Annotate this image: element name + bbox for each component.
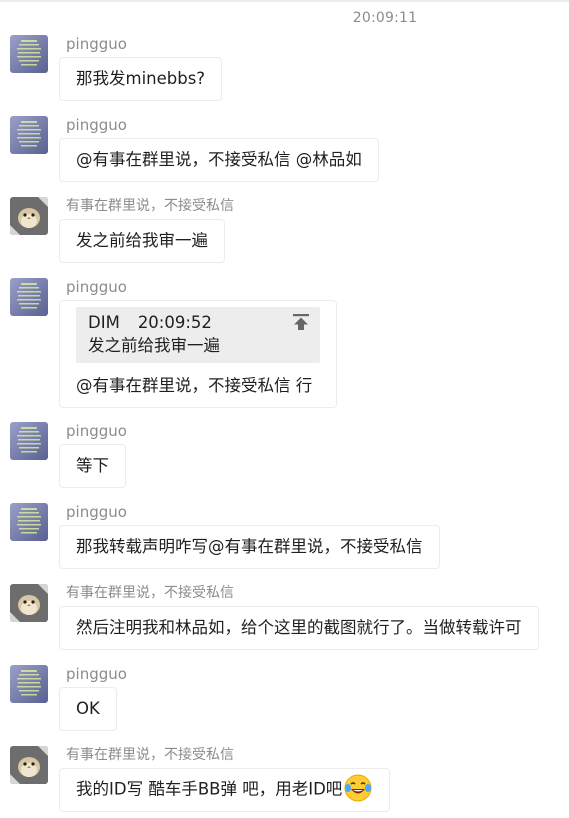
bird-avatar-icon bbox=[10, 584, 48, 622]
pingguo-avatar-icon bbox=[10, 665, 48, 703]
avatar-bird[interactable] bbox=[10, 746, 48, 784]
pingguo-avatar-icon bbox=[10, 35, 48, 73]
quote-text: 发之前给我审一遍 bbox=[88, 336, 220, 355]
sender-name: pingguo bbox=[66, 278, 127, 296]
quote-header: DIM 20:09:52 bbox=[88, 311, 308, 335]
message-bubble[interactable]: OK bbox=[59, 687, 117, 731]
pin-to-top-icon[interactable] bbox=[292, 313, 310, 331]
message-bubble[interactable]: 然后注明我和林品如，给个这里的截图就行了。当做转载许可 bbox=[59, 606, 539, 650]
message-text: 然后注明我和林品如，给个这里的截图就行了。当做转载许可 bbox=[76, 618, 522, 637]
chat-window: 20:09:11 pingguo 那我发minebbs? pingguo @有事… bbox=[0, 0, 569, 818]
message-bubble[interactable]: 发之前给我审一遍 bbox=[59, 219, 225, 263]
message-text: 等下 bbox=[76, 456, 109, 475]
avatar-pingguo[interactable] bbox=[10, 503, 48, 541]
message-bubble[interactable]: @有事在群里说，不接受私信 @林品如 bbox=[59, 138, 379, 182]
bird-avatar-icon bbox=[10, 197, 48, 235]
message-text: 那我发minebbs? bbox=[76, 69, 206, 88]
avatar-pingguo[interactable] bbox=[10, 278, 48, 316]
bird-avatar-icon bbox=[10, 746, 48, 784]
message-bubble[interactable]: 等下 bbox=[59, 444, 126, 488]
message-text: 发之前给我审一遍 bbox=[76, 231, 208, 250]
sender-name: pingguo bbox=[66, 35, 127, 53]
laughing-tears-emoji-icon bbox=[344, 774, 372, 802]
avatar-pingguo[interactable] bbox=[10, 422, 48, 460]
sender-name: pingguo bbox=[66, 503, 127, 521]
pingguo-avatar-icon bbox=[10, 278, 48, 316]
message-text: @有事在群里说，不接受私信 @林品如 bbox=[76, 150, 362, 169]
top-divider bbox=[0, 0, 569, 2]
pingguo-avatar-icon bbox=[10, 116, 48, 154]
pingguo-avatar-icon bbox=[10, 422, 48, 460]
message-bubble[interactable]: 那我转载声明咋写@有事在群里说，不接受私信 bbox=[59, 525, 440, 569]
avatar-bird[interactable] bbox=[10, 197, 48, 235]
message-text: 我的ID写 酷车手BB弹 吧，用老ID吧 bbox=[76, 779, 343, 799]
quote-author: DIM bbox=[88, 313, 120, 332]
message-text: 那我转载声明咋写@有事在群里说，不接受私信 bbox=[76, 537, 423, 556]
message-text: @有事在群里说，不接受私信 行 bbox=[76, 376, 313, 395]
avatar-pingguo[interactable] bbox=[10, 35, 48, 73]
sender-name: 有事在群里说，不接受私信 bbox=[66, 198, 234, 214]
avatar-bird[interactable] bbox=[10, 584, 48, 622]
sender-name: 有事在群里说，不接受私信 bbox=[66, 585, 234, 601]
quote-time: 20:09:52 bbox=[137, 313, 212, 332]
pingguo-avatar-icon bbox=[10, 503, 48, 541]
message-bubble[interactable]: DIM 20:09:52 发之前给我审一遍 @有事在群里说，不接受私信 行 bbox=[59, 300, 337, 408]
sender-name: pingguo bbox=[66, 116, 127, 134]
message-bubble[interactable]: 我的ID写 酷车手BB弹 吧，用老ID吧 bbox=[59, 768, 391, 812]
avatar-pingguo[interactable] bbox=[10, 665, 48, 703]
sender-name: pingguo bbox=[66, 422, 127, 440]
timestamp: 20:09:11 bbox=[352, 10, 418, 26]
sender-name: 有事在群里说，不接受私信 bbox=[66, 747, 234, 763]
avatar-pingguo[interactable] bbox=[10, 116, 48, 154]
message-text: OK bbox=[76, 699, 100, 718]
quoted-message[interactable]: DIM 20:09:52 发之前给我审一遍 bbox=[76, 307, 320, 363]
message-bubble[interactable]: 那我发minebbs? bbox=[59, 57, 223, 101]
sender-name: pingguo bbox=[66, 665, 127, 683]
